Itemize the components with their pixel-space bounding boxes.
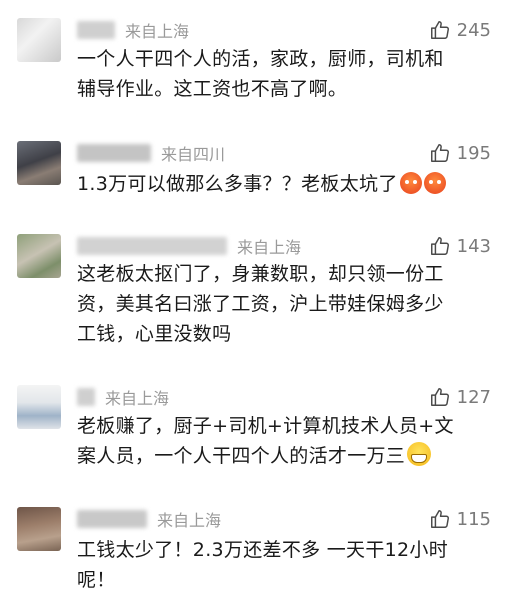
comment-text-line: 一个人干四个人的活，家政，厨师，司机和 <box>77 48 444 70</box>
comment-text-segment: 案人员，一个人干四个人的活才一万三 <box>77 445 406 467</box>
comment-text-segment: 1.3万可以做那么多事？？老板太坑了 <box>77 173 398 195</box>
username-blurred[interactable] <box>77 21 115 39</box>
angry-face-icon <box>423 172 446 194</box>
comment-text-line: 1.3万可以做那么多事？？老板太坑了 <box>77 169 487 199</box>
avatar[interactable] <box>17 234 61 278</box>
username-blurred[interactable] <box>77 144 151 162</box>
comment-list: 来自上海 245 一个人干四个人的活，家政，厨师，司机和 辅导作业。这工资也不高… <box>0 0 513 612</box>
avatar[interactable] <box>17 18 61 62</box>
thumbs-up-icon <box>430 510 449 528</box>
comment-text-line: 老板赚了，厨子+司机+计算机技术人员+文 <box>77 415 454 437</box>
location-label: 来自上海 <box>125 22 190 41</box>
comment-text-line: 工钱，心里没数吗 <box>77 323 232 345</box>
thumbs-up-icon <box>430 21 449 39</box>
location-label: 来自上海 <box>237 238 302 257</box>
comment-text-line: 案人员，一个人干四个人的活才一万三 <box>77 441 487 471</box>
comment-text-line: 呢！ <box>77 569 116 591</box>
like-count: 115 <box>456 508 491 530</box>
location-label: 来自上海 <box>105 389 170 408</box>
comment-text-line: 资，美其名曰涨了工资，沪上带娃保姆多少 <box>77 293 444 315</box>
comment-text-line: 辅导作业。这工资也不高了啊。 <box>77 78 348 100</box>
avatar[interactable] <box>17 507 61 551</box>
comment-text: 这老板太抠门了，身兼数职，却只领一份工 资，美其名曰涨了工资，沪上带娃保姆多少 … <box>77 259 487 349</box>
like-button[interactable]: 127 <box>429 385 491 409</box>
thumbs-up-icon <box>430 144 449 162</box>
angry-face-icon <box>399 172 422 194</box>
comment-text-line: 工钱太少了！2.3万还差不多 一天干12小时 <box>77 539 449 561</box>
location-label: 来自上海 <box>157 511 222 530</box>
like-button[interactable]: 143 <box>429 234 491 258</box>
username-blurred[interactable] <box>77 237 227 255</box>
thumbs-up-icon <box>430 237 449 255</box>
comment-text: 老板赚了，厨子+司机+计算机技术人员+文 案人员，一个人干四个人的活才一万三 <box>77 411 487 471</box>
like-button[interactable]: 245 <box>429 18 491 42</box>
like-count: 127 <box>456 386 491 408</box>
comment-text: 一个人干四个人的活，家政，厨师，司机和 辅导作业。这工资也不高了啊。 <box>77 44 487 104</box>
like-button[interactable]: 115 <box>429 507 491 531</box>
avatar[interactable] <box>17 141 61 185</box>
comment-text: 1.3万可以做那么多事？？老板太坑了 <box>77 169 487 199</box>
like-count: 143 <box>456 235 491 257</box>
like-count: 195 <box>456 142 491 164</box>
grin-face-icon <box>407 442 432 466</box>
comment-text: 工钱太少了！2.3万还差不多 一天干12小时 呢！ <box>77 535 487 595</box>
comment-text-line: 这老板太抠门了，身兼数职，却只领一份工 <box>77 263 444 285</box>
like-button[interactable]: 195 <box>429 141 491 165</box>
location-label: 来自四川 <box>161 145 226 164</box>
avatar[interactable] <box>17 385 61 429</box>
username-blurred[interactable] <box>77 388 95 406</box>
username-blurred[interactable] <box>77 510 147 528</box>
like-count: 245 <box>456 19 491 41</box>
thumbs-up-icon <box>430 388 449 406</box>
